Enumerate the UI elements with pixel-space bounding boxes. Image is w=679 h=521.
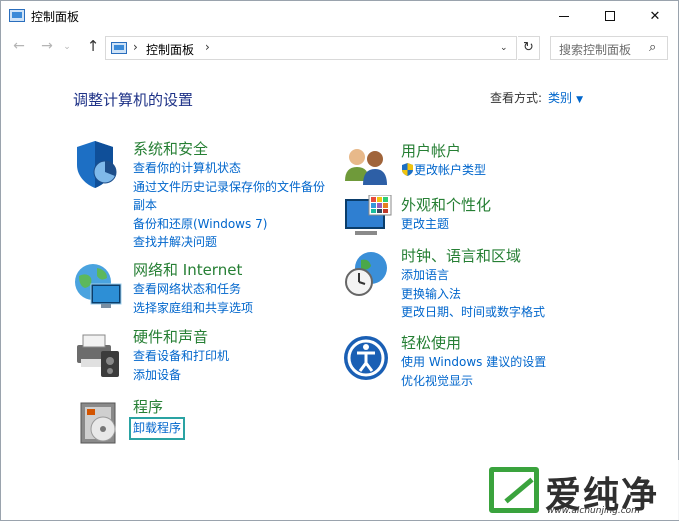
back-arrow-icon[interactable]: ← [9,38,29,54]
page-title: 调整计算机的设置 [73,91,194,109]
maximize-button[interactable] [587,1,633,31]
link-troubleshoot[interactable]: 查找并解决问题 [133,233,325,252]
category-clock-region: 时钟、语言和区域 添加语言 更换输入法 更改日期、时间或数字格式 [343,246,545,322]
link-devices-printers[interactable]: 查看设备和打印机 [133,347,229,366]
address-bar[interactable]: › 控制面板 › ⌄ [105,36,517,60]
breadcrumb-control-panel[interactable]: 控制面板 [146,41,194,58]
control-panel-window: 控制面板 ✕ ← → ⌄ ↑ › 控制面板 › ⌄ ↻ 搜索控制面板 ⌕ 调整计… [0,0,679,521]
clock-region-title[interactable]: 时钟、语言和区域 [401,246,545,266]
network-globe-icon[interactable] [73,262,123,314]
link-change-input-method[interactable]: 更换输入法 [401,285,545,304]
change-account-type-label[interactable]: 更改帐户类型 [414,163,486,177]
category-appearance: 外观和个性化 更改主题 [343,194,491,235]
control-panel-app-icon [9,9,25,22]
ease-of-access-icon[interactable] [343,335,389,385]
uac-shield-icon [402,163,413,176]
category-network: 网络和 Internet 查看网络状态和任务 选择家庭组和共享选项 [73,260,253,317]
breadcrumb-separator-icon[interactable]: › [205,40,210,54]
ease-of-access-title[interactable]: 轻松使用 [401,333,546,353]
title-bar: 控制面板 ✕ [1,1,678,31]
shield-chart-icon[interactable] [73,141,119,193]
minimize-button[interactable] [541,1,587,31]
breadcrumb-separator-icon[interactable]: › [133,40,138,54]
users-icon[interactable] [343,145,389,189]
user-accounts-title[interactable]: 用户帐户 [401,141,486,161]
link-view-computer-status[interactable]: 查看你的计算机状态 [133,159,325,178]
window-title: 控制面板 [31,10,80,24]
link-add-device[interactable]: 添加设备 [133,366,229,385]
appearance-title[interactable]: 外观和个性化 [401,195,491,215]
close-button[interactable]: ✕ [632,1,678,31]
link-change-account-type[interactable]: 更改帐户类型 [401,161,486,180]
link-homegroup-sharing[interactable]: 选择家庭组和共享选项 [133,299,253,318]
category-user-accounts: 用户帐户 更改帐户类型 [343,141,486,185]
link-change-theme[interactable]: 更改主题 [401,215,491,234]
maximize-icon [605,11,615,21]
forward-arrow-icon[interactable]: → [37,38,57,54]
link-backup-restore[interactable]: 备份和还原(Windows 7) [133,215,325,234]
programs-disc-icon[interactable] [79,401,123,449]
link-add-language[interactable]: 添加语言 [401,266,545,285]
caret-down-icon[interactable]: ▼ [576,95,583,105]
recent-locations-chevron-icon[interactable]: ⌄ [61,42,73,52]
category-programs: 程序 卸载程序 [73,397,186,444]
link-optimize-visual-display[interactable]: 优化视觉显示 [401,372,546,391]
navigation-bar: ← → ⌄ ↑ › 控制面板 › ⌄ ↻ 搜索控制面板 ⌕ [1,33,678,63]
close-icon: ✕ [649,8,661,24]
address-dropdown-chevron-icon[interactable]: ⌄ [500,43,508,53]
category-ease-of-access: 轻松使用 使用 Windows 建议的设置 优化视觉显示 [343,333,546,390]
watermark-logo-icon [489,467,539,513]
link-file-history-backup[interactable]: 通过文件历史记录保存你的文件备份 [133,178,325,197]
view-by: 查看方式: 类别 ▼ [490,89,583,106]
programs-title[interactable]: 程序 [133,397,185,417]
search-input[interactable]: 搜索控制面板 ⌕ [550,36,668,60]
search-icon[interactable]: ⌕ [649,40,656,55]
printer-speaker-icon[interactable] [73,331,123,383]
appearance-monitor-icon[interactable] [343,194,393,245]
system-security-title[interactable]: 系统和安全 [133,139,325,159]
search-placeholder: 搜索控制面板 [559,43,632,57]
control-panel-location-icon [111,42,127,54]
link-file-history-backup-cont[interactable]: 副本 [133,196,325,215]
network-title[interactable]: 网络和 Internet [133,260,253,280]
view-by-label: 查看方式: [490,91,543,105]
watermark-url: www.aichunjing.com [547,506,640,516]
refresh-icon[interactable]: ↻ [518,36,540,60]
link-network-status[interactable]: 查看网络状态和任务 [133,280,253,299]
up-arrow-icon[interactable]: ↑ [83,37,103,55]
category-system-security: 系统和安全 查看你的计算机状态 通过文件历史记录保存你的文件备份 副本 备份和还… [73,139,325,252]
view-by-dropdown[interactable]: 类别 [548,91,572,105]
link-uninstall-program[interactable]: 卸载程序 [129,417,186,440]
link-windows-suggested-settings[interactable]: 使用 Windows 建议的设置 [401,353,546,372]
hardware-sound-title[interactable]: 硬件和声音 [133,327,229,347]
watermark: 爱纯净 www.aichunjing.com [479,460,679,520]
category-hardware-sound: 硬件和声音 查看设备和打印机 添加设备 [73,327,229,384]
link-change-date-time-format[interactable]: 更改日期、时间或数字格式 [401,303,545,322]
minimize-icon [559,15,569,17]
clock-globe-icon[interactable] [343,250,389,302]
